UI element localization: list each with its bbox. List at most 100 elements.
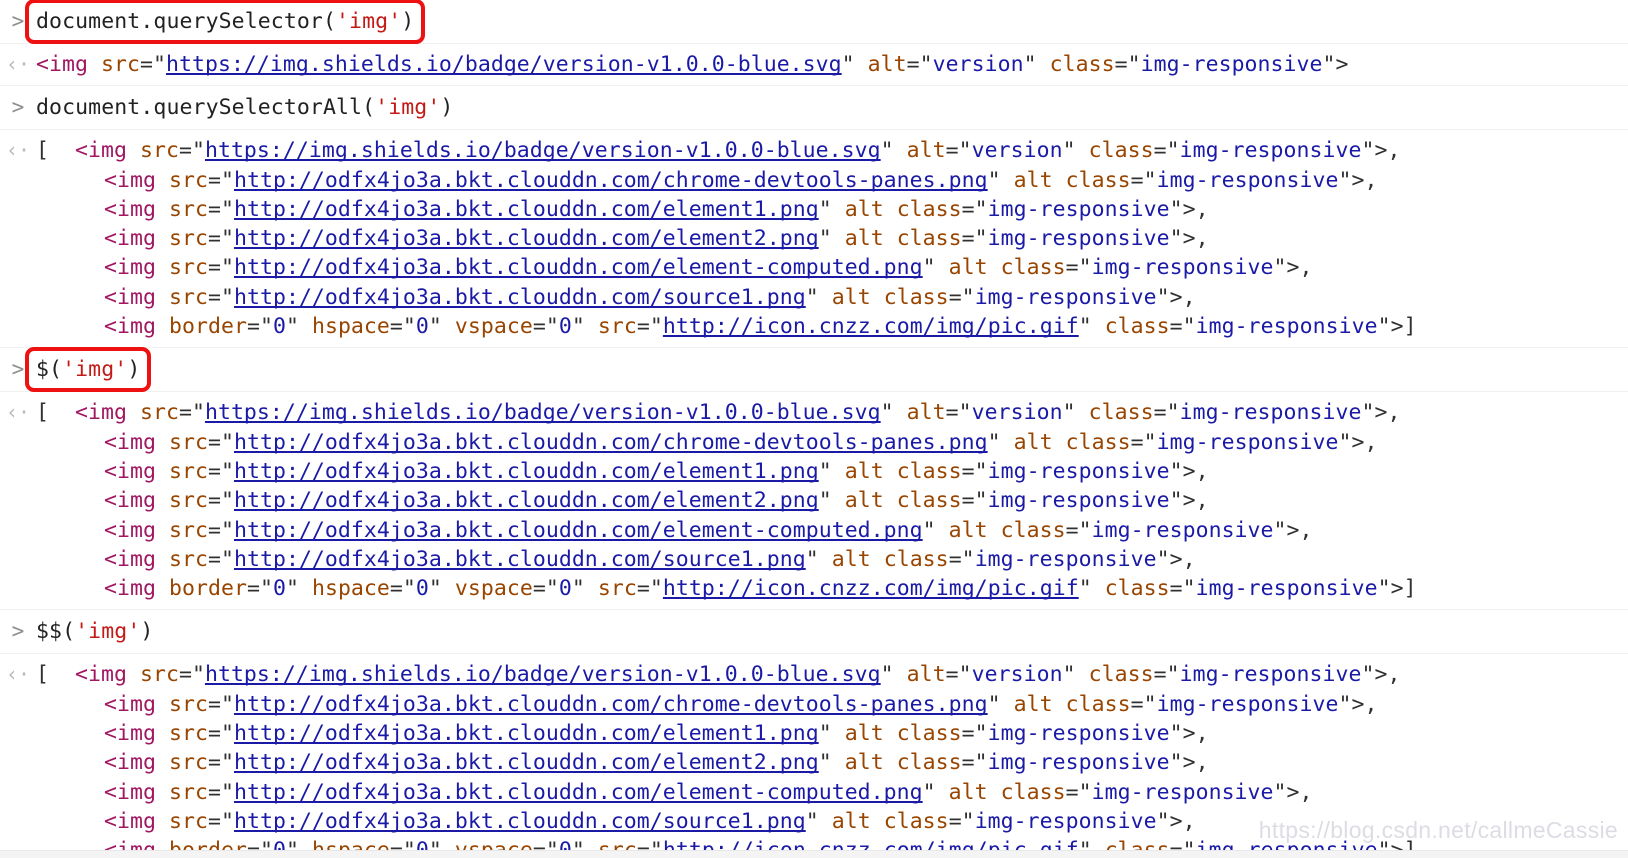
attribute-url-link[interactable]: http://odfx4jo3a.bkt.clouddn.com/source1… [234,285,806,310]
attribute-quote-close: " [880,400,894,426]
attribute-quote-close: " [818,721,832,747]
console-result-element-line[interactable]: <img src="http://odfx4jo3a.bkt.clouddn.c… [36,545,1628,574]
attribute-url-link[interactable]: http://icon.cnzz.com/img/pic.gif [663,314,1079,339]
attribute-value: img-responsive [1179,662,1362,688]
console-command-row[interactable]: > $$('img') [0,610,1628,655]
console-command-row[interactable]: > document.querySelectorAll('img') [0,86,1628,131]
attribute-url-link[interactable]: http://odfx4jo3a.bkt.clouddn.com/element… [234,255,923,280]
element-tag-name: <img [74,662,127,688]
attribute-url-link[interactable]: http://odfx4jo3a.bkt.clouddn.com/element… [234,197,819,222]
console-result-element-line[interactable]: <img src="http://odfx4jo3a.bkt.clouddn.c… [36,719,1628,748]
console-result-element-line[interactable]: <img src="http://odfx4jo3a.bkt.clouddn.c… [36,486,1628,515]
attribute-url-link[interactable]: http://odfx4jo3a.bkt.clouddn.com/source1… [234,547,806,572]
console-command-expression[interactable]: $$('img') [36,617,153,646]
console-result-element-line[interactable]: <img src="http://odfx4jo3a.bkt.clouddn.c… [36,457,1628,486]
attribute-name: src [168,546,208,572]
attribute-equals: =" [636,576,663,602]
console-result-row[interactable]: ‹·[ <img src="https://img.shields.io/bad… [0,130,1628,349]
console-result-element-line[interactable]: [ <img src="https://img.shields.io/badge… [36,660,1628,689]
attribute-value: img-responsive [974,808,1157,834]
console-result-element-line[interactable]: <img src="http://odfx4jo3a.bkt.clouddn.c… [36,516,1628,545]
attribute-name: alt [1013,429,1053,455]
console-result-element-line[interactable]: [ <img src="https://img.shields.io/badge… [36,136,1628,165]
console-result-element-line[interactable]: <img src="http://odfx4jo3a.bkt.clouddn.c… [36,690,1628,719]
attribute-url-link[interactable]: http://odfx4jo3a.bkt.clouddn.com/element… [234,488,819,513]
console-result-element-line[interactable]: <img src="http://odfx4jo3a.bkt.clouddn.c… [36,807,1628,836]
attribute-url-link[interactable]: http://odfx4jo3a.bkt.clouddn.com/chrome-… [234,430,988,455]
attribute-equals: =" [207,458,234,484]
command-prefix: $( [36,357,63,383]
console-result-element-line[interactable]: <img src="http://odfx4jo3a.bkt.clouddn.c… [36,778,1628,807]
console-result-element-line[interactable]: <img border="0" hspace="0" vspace="0" sr… [36,574,1628,603]
attribute-url-link[interactable]: https://img.shields.io/badge/version-v1.… [205,662,881,687]
attribute-url-link[interactable]: http://odfx4jo3a.bkt.clouddn.com/element… [234,226,819,251]
attribute-equals: =" [178,662,205,688]
attribute-name: class [896,226,962,252]
attribute-url-link[interactable]: http://odfx4jo3a.bkt.clouddn.com/element… [234,459,819,484]
attribute-value: img-responsive [1179,138,1362,164]
attribute-url-link[interactable]: http://odfx4jo3a.bkt.clouddn.com/source1… [234,809,806,834]
attribute-url-link[interactable]: http://odfx4jo3a.bkt.clouddn.com/chrome-… [234,692,988,717]
console-command-row[interactable]: > $('img') [0,347,1628,393]
console-result-element-line[interactable]: <img src="https://img.shields.io/badge/v… [36,50,1628,79]
attribute-url-link[interactable]: http://icon.cnzz.com/img/pic.gif [663,576,1079,601]
element-tag-name: <img [104,808,156,834]
console-result-element-line[interactable]: <img src="http://odfx4jo3a.bkt.clouddn.c… [36,253,1628,282]
console-bottom-strip [0,850,1628,858]
attribute-name: class [1000,255,1066,281]
console-result-row[interactable]: ‹·[ <img src="https://img.shields.io/bad… [0,392,1628,611]
console-result-icon: ‹· [5,52,31,76]
attribute-equals: =" [961,488,988,514]
attribute-value: version [971,400,1063,426]
element-tag-name: <img [104,429,156,455]
console-result-element-line[interactable]: <img src="http://odfx4jo3a.bkt.clouddn.c… [36,428,1628,457]
console-command-expression[interactable]: document.querySelectorAll('img') [36,93,453,122]
devtools-console-panel[interactable]: > document.querySelector('img') ‹· <img src… [0,0,1628,858]
attribute-url-link[interactable]: http://odfx4jo3a.bkt.clouddn.com/element… [234,780,923,805]
console-result-element-line[interactable]: <img src="http://odfx4jo3a.bkt.clouddn.c… [36,166,1628,195]
console-command-expression[interactable]: document.querySelector('img') [24,0,426,44]
console-result-element-line[interactable]: <img src="http://odfx4jo3a.bkt.clouddn.c… [36,195,1628,224]
attribute-name: alt [906,138,946,164]
attribute-url-link[interactable]: http://odfx4jo3a.bkt.clouddn.com/chrome-… [234,168,988,193]
console-result-row[interactable]: ‹·[ <img src="https://img.shields.io/bad… [0,654,1628,858]
console-result-body: <img src="https://img.shields.io/badge/v… [36,50,1628,79]
console-result-row[interactable]: ‹· <img src="https://img.shields.io/badge… [0,44,1628,87]
console-result-element-line[interactable]: <img border="0" hspace="0" vspace="0" sr… [36,312,1628,341]
command-string-literal: 'img' [375,95,441,121]
attribute-name: class [1104,314,1170,340]
console-result-element-line[interactable]: <img src="http://odfx4jo3a.bkt.clouddn.c… [36,283,1628,312]
attribute-url-link[interactable]: http://odfx4jo3a.bkt.clouddn.com/element… [234,750,819,775]
console-command-expression[interactable]: $('img') [24,347,152,393]
attribute-equals: =" [948,284,975,310]
console-result-element-line[interactable]: [ <img src="https://img.shields.io/badge… [36,398,1628,427]
attribute-url-link[interactable]: http://odfx4jo3a.bkt.clouddn.com/element… [234,721,819,746]
attribute-url-link[interactable]: https://img.shields.io/badge/version-v1.… [166,52,842,77]
attribute-name: src [168,517,208,543]
attribute-equals: =" [1065,779,1092,805]
attribute-url-link[interactable]: https://img.shields.io/badge/version-v1.… [205,138,881,163]
element-tag-close: >, [1169,546,1196,572]
attribute-url-link[interactable]: http://odfx4jo3a.bkt.clouddn.com/element… [234,518,923,543]
console-result-element-line[interactable]: <img src="http://odfx4jo3a.bkt.clouddn.c… [36,748,1628,777]
console-prompt-icon: > [11,619,25,644]
console-result-element-line[interactable]: <img src="http://odfx4jo3a.bkt.clouddn.c… [36,224,1628,253]
attribute-quote-close: " [987,691,1001,717]
attribute-url-link[interactable]: https://img.shields.io/badge/version-v1.… [205,400,881,425]
console-command-body: $$('img') [36,617,1628,646]
console-command-row[interactable]: > document.querySelector('img') [0,0,1628,44]
element-tag-close: >, [1169,808,1196,834]
element-tag-name: <img [104,196,156,222]
